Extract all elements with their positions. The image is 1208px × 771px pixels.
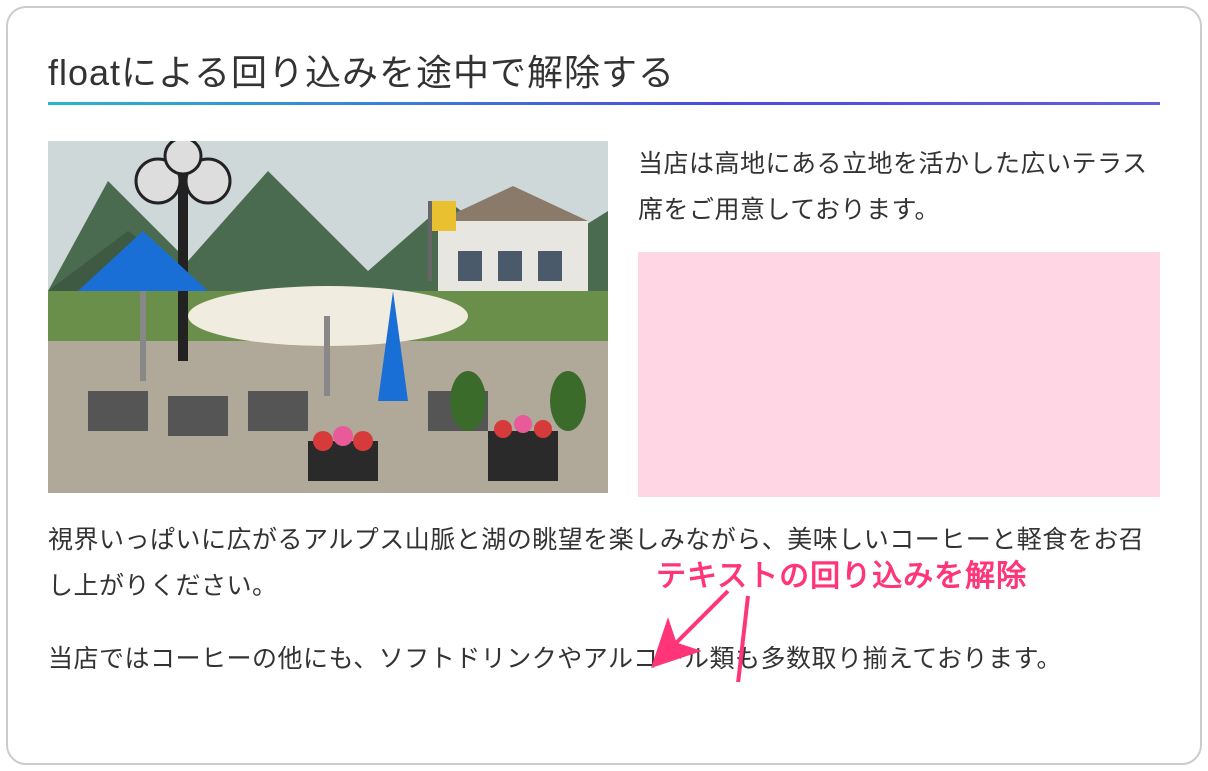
annotation-label: テキストの回り込みを解除 (656, 551, 1027, 595)
content-area: 当店は高地にある立地を活かした広いテラス席をご用意しております。 視界いっぱいに… (48, 141, 1160, 682)
page-title: floatによる回り込みを途中で解除する (48, 44, 1160, 96)
paragraph-3: 当店ではコーヒーの他にも、ソフトドリンクやアルコール類も多数取り揃えております。 (48, 636, 1160, 682)
example-card: floatによる回り込みを途中で解除する (6, 6, 1202, 765)
highlight-box (638, 252, 1160, 497)
heading-divider (48, 102, 1160, 105)
terrace-photo (48, 141, 608, 493)
